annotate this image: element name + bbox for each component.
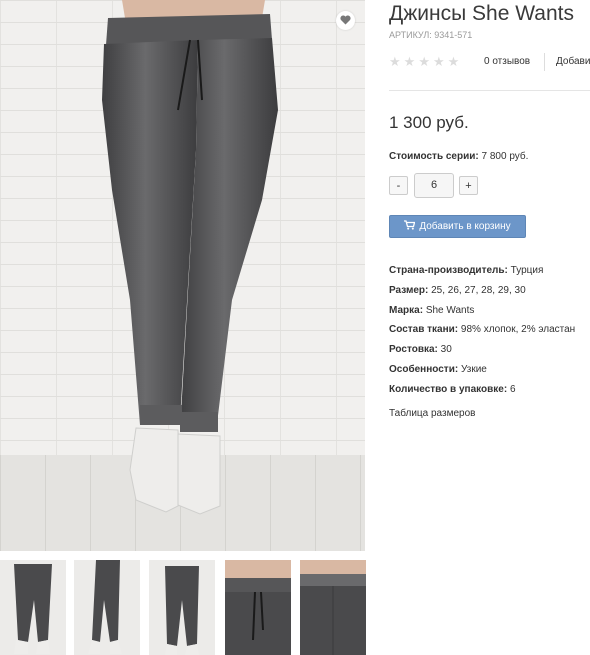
property-row: Количество в упаковке: 6 bbox=[389, 380, 575, 400]
thumbnail-strip bbox=[0, 560, 370, 655]
property-row: Размер: 25, 26, 27, 28, 29, 30 bbox=[389, 281, 575, 301]
property-value: 6 bbox=[509, 383, 516, 395]
property-label: Особенности: bbox=[389, 363, 459, 375]
property-row: Страна-производитель: Турция bbox=[389, 261, 575, 281]
quantity-input[interactable]: 6 bbox=[414, 173, 454, 198]
heart-icon bbox=[340, 12, 351, 30]
star-icon[interactable]: ★ bbox=[389, 55, 401, 68]
thumbnail-2[interactable] bbox=[74, 560, 140, 655]
series-price-label: Стоимость серии: bbox=[389, 151, 479, 162]
product-properties: Страна-производитель: Турция Размер: 25,… bbox=[389, 261, 575, 400]
property-value: 30 bbox=[440, 344, 452, 356]
property-value: 98% хлопок, 2% эластан bbox=[460, 324, 576, 336]
property-row: Состав ткани: 98% хлопок, 2% эластан bbox=[389, 320, 575, 340]
product-sku: АРТИКУЛ: 9341-571 bbox=[389, 30, 473, 40]
property-label: Ростовка: bbox=[389, 344, 438, 356]
thumbnail-4[interactable] bbox=[225, 560, 291, 655]
star-icon[interactable]: ★ bbox=[404, 55, 416, 68]
size-table-link[interactable]: Таблица размеров bbox=[389, 408, 475, 419]
product-title: Джинсы She Wants bbox=[389, 2, 574, 25]
series-price: Стоимость серии: 7 800 руб. bbox=[389, 151, 528, 162]
thumbnail-1[interactable] bbox=[0, 560, 66, 655]
property-value: Турция bbox=[510, 265, 544, 276]
add-to-cart-button[interactable]: Добавить в корзину bbox=[389, 215, 526, 238]
property-label: Страна-производитель: bbox=[389, 265, 508, 276]
property-value: Узкие bbox=[460, 363, 487, 375]
divider bbox=[389, 90, 590, 91]
property-value: She Wants bbox=[425, 304, 475, 316]
quantity-plus-button[interactable]: + bbox=[459, 176, 478, 195]
property-row: Марка: She Wants bbox=[389, 301, 575, 321]
jeans-photo-illustration bbox=[102, 0, 278, 515]
property-label: Марка: bbox=[389, 304, 424, 316]
divider bbox=[544, 53, 545, 71]
property-label: Размер: bbox=[389, 284, 429, 296]
property-value: 25, 26, 27, 28, 29, 30 bbox=[431, 284, 526, 296]
series-price-value: 7 800 руб. bbox=[481, 151, 529, 162]
add-to-cart-label: Добавить в корзину bbox=[419, 221, 511, 232]
add-review-link[interactable]: Добави bbox=[556, 56, 590, 67]
reviews-link[interactable]: 0 отзывов bbox=[484, 56, 530, 67]
cart-icon bbox=[404, 220, 416, 233]
star-icon[interactable]: ★ bbox=[433, 55, 445, 68]
main-product-photo[interactable] bbox=[0, 0, 365, 551]
quantity-minus-button[interactable]: - bbox=[389, 176, 408, 195]
product-price: 1 300 руб. bbox=[389, 113, 469, 132]
property-label: Количество в упаковке: bbox=[389, 383, 508, 395]
favorite-button[interactable] bbox=[336, 11, 355, 30]
thumbnail-3[interactable] bbox=[149, 560, 215, 655]
property-row: Особенности: Узкие bbox=[389, 360, 575, 380]
property-row: Ростовка: 30 bbox=[389, 340, 575, 360]
rating-stars[interactable]: ★ ★ ★ ★ ★ bbox=[389, 55, 459, 68]
thumbnail-5[interactable] bbox=[300, 560, 366, 655]
star-icon[interactable]: ★ bbox=[448, 55, 460, 68]
property-label: Состав ткани: bbox=[389, 324, 459, 336]
star-icon[interactable]: ★ bbox=[418, 55, 430, 68]
